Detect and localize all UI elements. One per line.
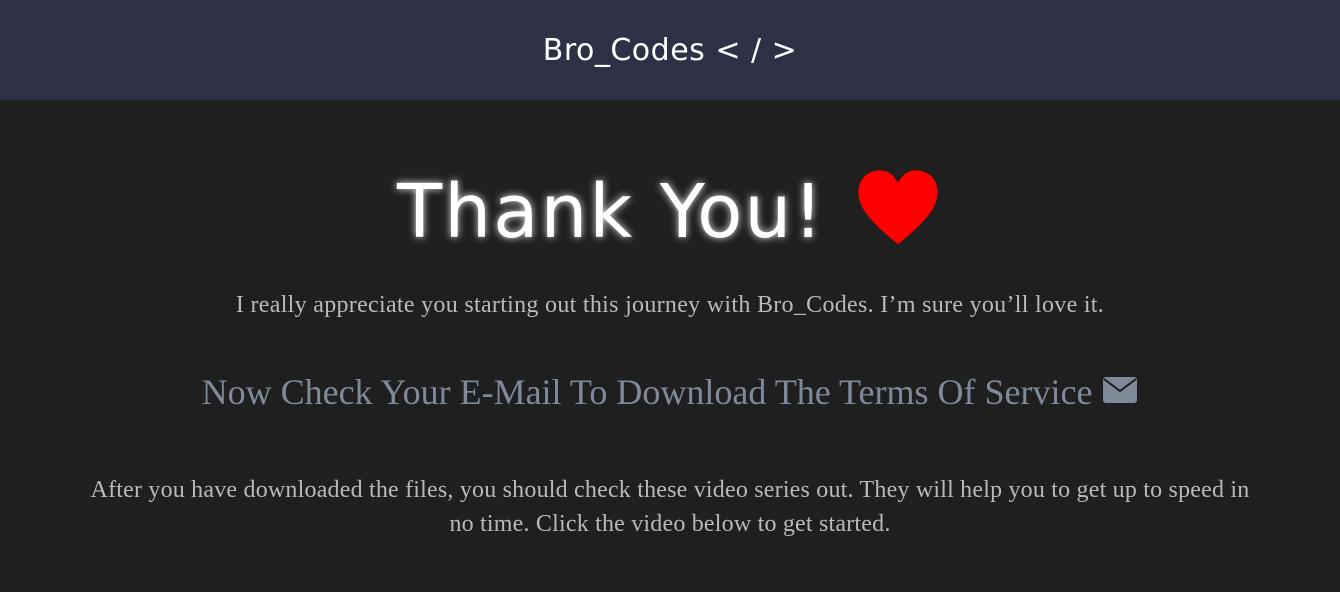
brand-logo: Bro_Codes < / > — [542, 32, 798, 68]
next-steps-text: After you have downloaded the files, you… — [90, 477, 1250, 537]
site-header: Bro_Codes < / > — [0, 0, 1340, 100]
email-cta-text: Now Check Your E-Mail To Download The Te… — [201, 372, 1093, 412]
appreciation-text: I really appreciate you starting out thi… — [235, 292, 1105, 318]
thank-you-title: Thank You! — [397, 169, 825, 255]
main-content: Thank You! I really appreciate you start… — [0, 100, 1340, 541]
thank-you-title-row: Thank You! — [0, 162, 1340, 262]
heart-icon — [858, 170, 938, 245]
email-cta: Now Check Your E-Mail To Download The Te… — [0, 371, 1340, 413]
envelope-icon — [1103, 377, 1138, 403]
